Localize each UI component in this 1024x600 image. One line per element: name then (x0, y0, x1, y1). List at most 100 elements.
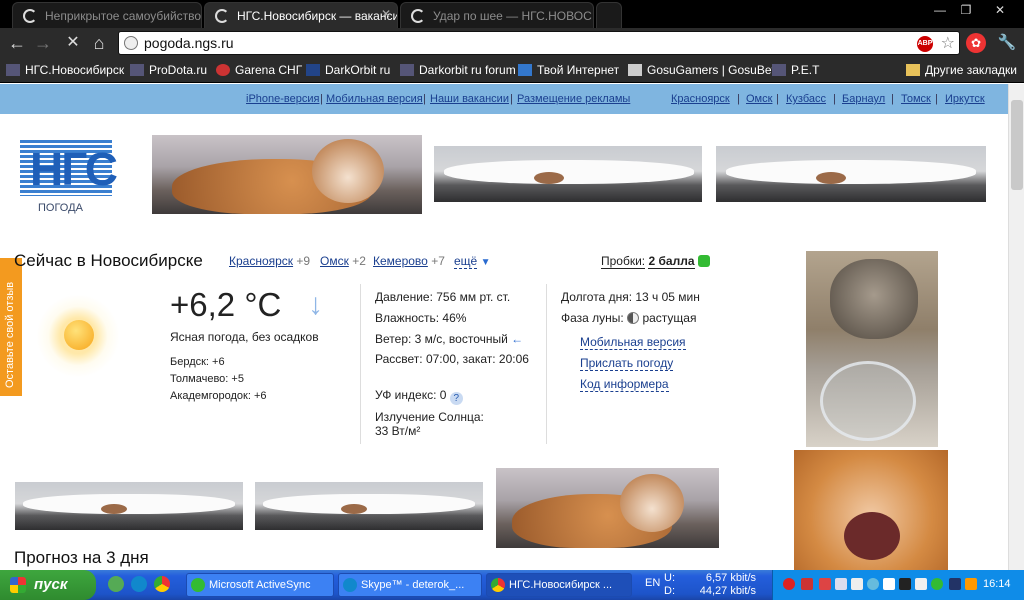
send-weather-link[interactable]: Прислать погоду (580, 356, 674, 371)
cat-photo[interactable] (152, 135, 422, 214)
cat-photo[interactable] (15, 482, 243, 530)
tray-shield-icon[interactable] (801, 578, 813, 590)
tray-network-icon[interactable] (819, 578, 831, 590)
tray-monitor-icon[interactable] (851, 578, 863, 590)
ngs-logo[interactable]: НГС ПОГОДА (20, 140, 118, 220)
uv-index: УФ индекс: 0 ? (375, 388, 463, 405)
skype-icon[interactable] (131, 576, 147, 592)
adblock-icon[interactable]: ABP (917, 36, 933, 52)
nearby-tolmachevo: Толмачево: +5 (170, 373, 244, 385)
maximize-icon[interactable]: ❐ (954, 2, 978, 18)
tray-video-icon[interactable] (915, 578, 927, 590)
tray-activesync-icon[interactable] (931, 578, 943, 590)
cat-photo[interactable] (496, 468, 719, 548)
start-button[interactable]: пуск (0, 570, 96, 600)
nav-ads[interactable]: Размещение рекламы (517, 93, 630, 105)
nav-krasnoyarsk[interactable]: Красноярск (671, 93, 730, 105)
address-bar[interactable]: pogoda.ngs.ru ABP ☆ (118, 31, 960, 55)
page-scrollbar[interactable] (1008, 84, 1024, 570)
language-indicator[interactable]: EN (645, 577, 660, 589)
nav-omsk[interactable]: Омск (746, 93, 772, 105)
bookmark-darkorbit-forum[interactable]: Darkorbit ru forum (400, 63, 516, 77)
other-bookmarks[interactable]: Другие закладки (906, 63, 1017, 77)
home-icon[interactable]: ⌂ (88, 33, 110, 53)
nav-separator: | (737, 93, 740, 105)
traffic-light-icon (697, 255, 710, 267)
sun-weather-icon (36, 294, 120, 378)
logo-subtitle: ПОГОДА (38, 202, 83, 214)
wind: Ветер: 3 м/с, восточный ← (375, 332, 524, 346)
kitten-photo[interactable] (806, 251, 938, 447)
chrome-icon (491, 578, 505, 592)
feedback-tab[interactable]: Оставьте свой отзыв (0, 258, 22, 396)
taskbar-activesync[interactable]: Microsoft ActiveSync (186, 573, 334, 597)
page-content: iPhone-версия | Мобильная версия | Наши … (0, 84, 1008, 570)
tray-gpu-icon[interactable] (899, 578, 911, 590)
nav-barnaul[interactable]: Барнаул (842, 93, 885, 105)
url-text[interactable]: pogoda.ngs.ru (144, 35, 234, 51)
yawning-cat-photo[interactable] (794, 450, 948, 570)
tray-battery-icon[interactable] (949, 578, 961, 590)
nav-separator: | (320, 93, 323, 105)
scrollbar-thumb[interactable] (1011, 100, 1023, 190)
taskbar-chrome-ngs[interactable]: НГС.Новосибирск ... (486, 573, 632, 597)
close-icon[interactable]: ✕ (988, 2, 1012, 18)
bookmark-gosugamers[interactable]: GosuGamers | GosuBet (628, 63, 775, 77)
cat-photo[interactable] (716, 146, 986, 202)
bookmark-garena[interactable]: Garena СНГ (216, 63, 302, 77)
darkorbit-icon (306, 64, 320, 76)
nav-separator: | (776, 93, 779, 105)
tab-title: Неприкрытое самоубийство (45, 9, 202, 23)
stop-icon[interactable]: ✕ (62, 33, 84, 53)
nav-separator: | (833, 93, 836, 105)
bookmark-darkorbit[interactable]: DarkOrbit ru (306, 63, 390, 77)
help-icon[interactable]: ? (449, 392, 463, 405)
extension-icon[interactable]: ✿ (966, 33, 986, 53)
close-tab-icon[interactable]: ✕ (381, 7, 391, 21)
nav-tomsk[interactable]: Томск (901, 93, 931, 105)
tray-volume-icon[interactable] (835, 578, 847, 590)
moon-icon (627, 312, 640, 324)
taskbar-skype[interactable]: Skype™ - deterok_... (338, 573, 482, 597)
nav-mobile[interactable]: Мобильная версия (326, 93, 423, 105)
cat-photo[interactable] (255, 482, 483, 530)
forward-arrow-icon[interactable]: → (32, 33, 54, 53)
moon-phase: Фаза луны: растущая (561, 311, 697, 325)
utorrent-icon[interactable] (108, 576, 124, 592)
forecast-heading: Прогноз на 3 дня (14, 548, 149, 567)
cat-photo[interactable] (434, 146, 702, 202)
more-cities-dropdown[interactable]: ещё ▼ (454, 254, 490, 269)
tab-1[interactable]: Неприкрытое самоубийство (12, 2, 202, 28)
nav-kuzbass[interactable]: Кузбасс (786, 93, 826, 105)
bookmark-pet[interactable]: P.E.T (772, 63, 819, 77)
browser-toolbar: ← → ✕ ⌂ pogoda.ngs.ru ABP ☆ ✿ 🔧 (0, 28, 1024, 58)
temp-falling-arrow-icon: ↓ (308, 288, 323, 321)
tray-sync-icon[interactable] (867, 578, 879, 590)
wrench-menu-icon[interactable]: 🔧 (996, 33, 1018, 53)
bookmark-prodota[interactable]: ProDota.ru (130, 63, 207, 77)
informer-code-link[interactable]: Код информера (580, 377, 669, 392)
tray-app2-icon[interactable] (965, 578, 977, 590)
tab-2-active[interactable]: НГС.Новосибирск — ваканси ✕ (204, 2, 398, 29)
tray-device-icon[interactable] (883, 578, 895, 590)
nav-vacancies[interactable]: Наши вакансии (430, 93, 509, 105)
city-krasnoyarsk: Красноярск +9 (229, 254, 311, 268)
nav-irkutsk[interactable]: Иркутск (945, 93, 985, 105)
city-kemerovo: Кемерово +7 (373, 254, 445, 268)
bookmark-tvoy-internet[interactable]: Твой Интернет (518, 63, 619, 77)
bookmark-star-icon[interactable]: ☆ (941, 33, 955, 53)
bookmark-ngs[interactable]: НГС.Новосибирск (6, 63, 124, 77)
clock[interactable]: 16:14 (983, 578, 1011, 590)
skype-icon (343, 578, 357, 592)
mobile-version-link[interactable]: Мобильная версия (580, 335, 686, 350)
traffic-info[interactable]: Пробки: 2 балла (601, 254, 710, 269)
folder-icon (906, 64, 920, 76)
tray-app-icon[interactable] (783, 578, 795, 590)
activesync-icon (191, 578, 205, 592)
minimize-icon[interactable]: — (928, 2, 952, 18)
nav-iphone[interactable]: iPhone-версия (246, 93, 319, 105)
tab-3[interactable]: Удар по шее — НГС.НОВОС (400, 2, 594, 28)
new-tab-button[interactable] (596, 2, 622, 28)
back-arrow-icon[interactable]: ← (6, 33, 28, 53)
chrome-icon[interactable] (154, 576, 170, 592)
